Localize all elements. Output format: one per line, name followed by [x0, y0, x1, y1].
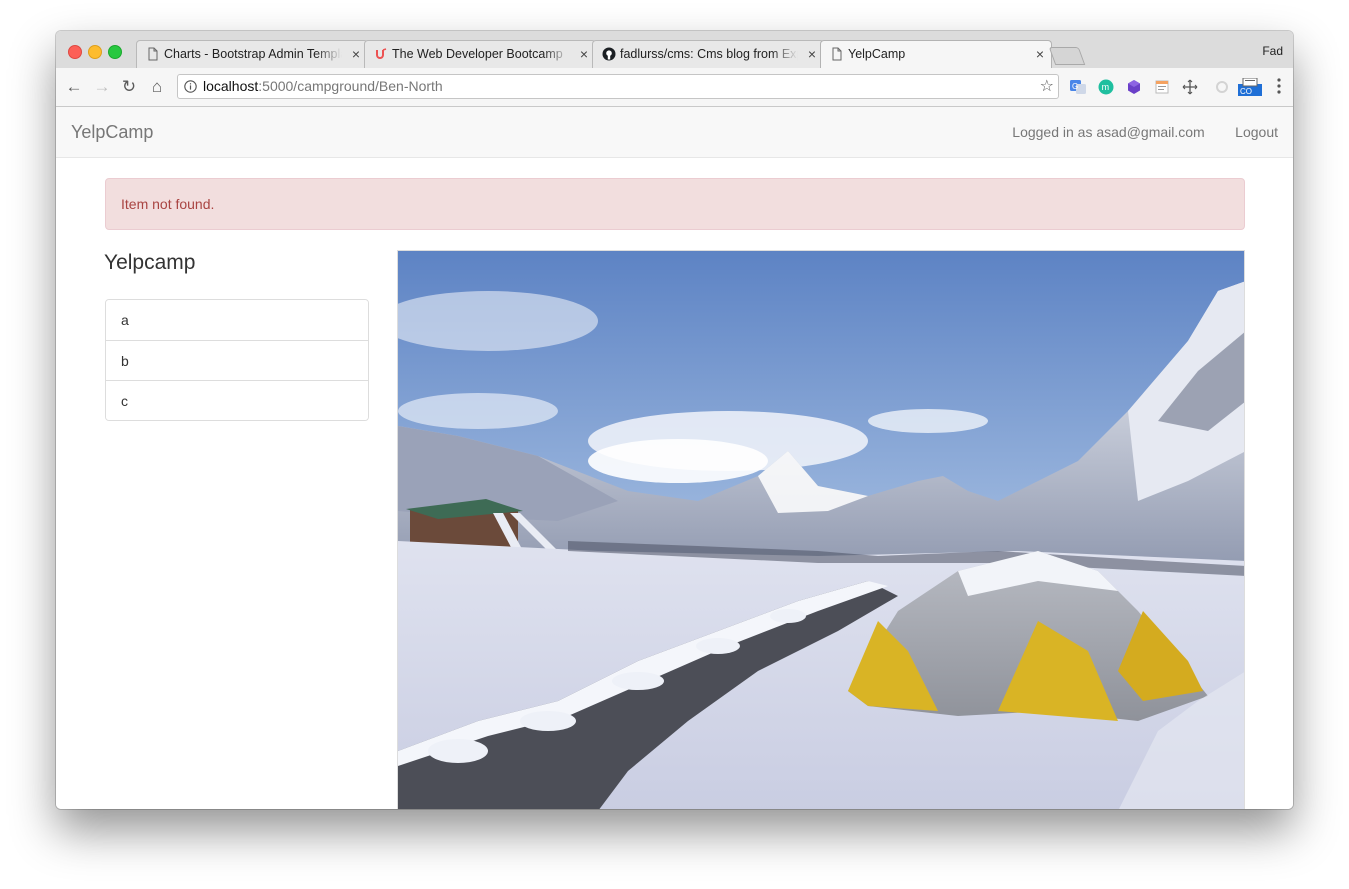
tab-strip: Charts - Bootstrap Admin Template × The …: [56, 31, 1293, 69]
close-tab-icon[interactable]: ×: [808, 40, 816, 68]
svg-text:G: G: [1072, 82, 1078, 91]
sidebar-item-c[interactable]: c: [106, 380, 368, 420]
bookmark-star-icon[interactable]: ☆: [1040, 75, 1054, 98]
tab-title: YelpCamp: [848, 47, 906, 61]
reload-icon[interactable]: ↻: [119, 77, 139, 97]
browser-toolbar: ← → ↻ ⌂ localhost:5000/campground/Ben-No…: [56, 68, 1293, 107]
address-bar[interactable]: localhost:5000/campground/Ben-North ☆: [177, 74, 1059, 99]
document-icon: [832, 47, 842, 61]
error-alert: Item not found.: [105, 178, 1245, 230]
tab-web-developer-bootcamp[interactable]: The Web Developer Bootcamp ×: [364, 40, 596, 68]
url-path: :5000/campground/Ben-North: [258, 78, 443, 94]
close-tab-icon[interactable]: ×: [580, 40, 588, 68]
site-navbar: YelpCamp Logged in as asad@gmail.com Log…: [56, 107, 1293, 158]
document-icon: [148, 47, 158, 61]
github-icon: [602, 47, 616, 61]
sync-extension-icon[interactable]: [1214, 79, 1230, 95]
logout-link[interactable]: Logout: [1235, 107, 1278, 157]
udemy-icon: [376, 48, 387, 59]
cube-extension-icon[interactable]: [1126, 79, 1142, 95]
new-tab-button[interactable]: [1048, 47, 1086, 65]
tab-title: fadlurss/cms: Cms blog from Express: [620, 47, 798, 61]
tab-yelpcamp[interactable]: YelpCamp ×: [820, 40, 1052, 68]
page-content: YelpCamp Logged in as asad@gmail.com Log…: [56, 107, 1293, 809]
browser-menu-icon[interactable]: [1277, 77, 1281, 95]
close-window-button[interactable]: [68, 45, 82, 59]
url-text[interactable]: localhost:5000/campground/Ben-North: [203, 75, 443, 98]
navbar-right: Logged in as asad@gmail.com Logout: [986, 107, 1278, 157]
brand-link[interactable]: YelpCamp: [71, 107, 153, 157]
tab-title: The Web Developer Bootcamp: [392, 47, 563, 61]
info-icon[interactable]: [184, 80, 197, 93]
url-host: localhost: [203, 78, 259, 94]
tab-title: Charts - Bootstrap Admin Template: [164, 47, 342, 61]
forward-icon[interactable]: →: [92, 77, 112, 97]
maximize-window-button[interactable]: [108, 45, 122, 59]
svg-text:m: m: [1102, 82, 1110, 92]
sidebar-title: Yelpcamp: [104, 251, 196, 274]
campground-image: [397, 250, 1245, 809]
google-translate-extension-icon[interactable]: G: [1070, 79, 1086, 95]
sidebar-item-a[interactable]: a: [106, 300, 368, 340]
sidebar-list: a b c: [105, 299, 369, 421]
profile-name[interactable]: Fad: [1262, 44, 1283, 58]
tab-charts[interactable]: Charts - Bootstrap Admin Template ×: [136, 40, 368, 68]
close-tab-icon[interactable]: ×: [1036, 40, 1044, 68]
tab-github-cms[interactable]: fadlurss/cms: Cms blog from Express ×: [592, 40, 824, 68]
move-extension-icon[interactable]: [1182, 79, 1198, 95]
home-icon[interactable]: ⌂: [147, 77, 167, 97]
notes-extension-icon[interactable]: [1154, 79, 1170, 95]
close-tab-icon[interactable]: ×: [352, 40, 360, 68]
back-icon[interactable]: ←: [64, 77, 84, 97]
minimize-window-button[interactable]: [88, 45, 102, 59]
svg-text:CO: CO: [1240, 87, 1252, 96]
browser-window: Charts - Bootstrap Admin Template × The …: [56, 31, 1293, 809]
logged-in-user-link[interactable]: Logged in as asad@gmail.com: [1012, 107, 1204, 157]
mercury-extension-icon[interactable]: m: [1098, 79, 1114, 95]
codepen-extension-icon[interactable]: CO: [1238, 78, 1262, 96]
campground-photo: [398, 251, 1244, 809]
sidebar-item-b[interactable]: b: [106, 340, 368, 380]
